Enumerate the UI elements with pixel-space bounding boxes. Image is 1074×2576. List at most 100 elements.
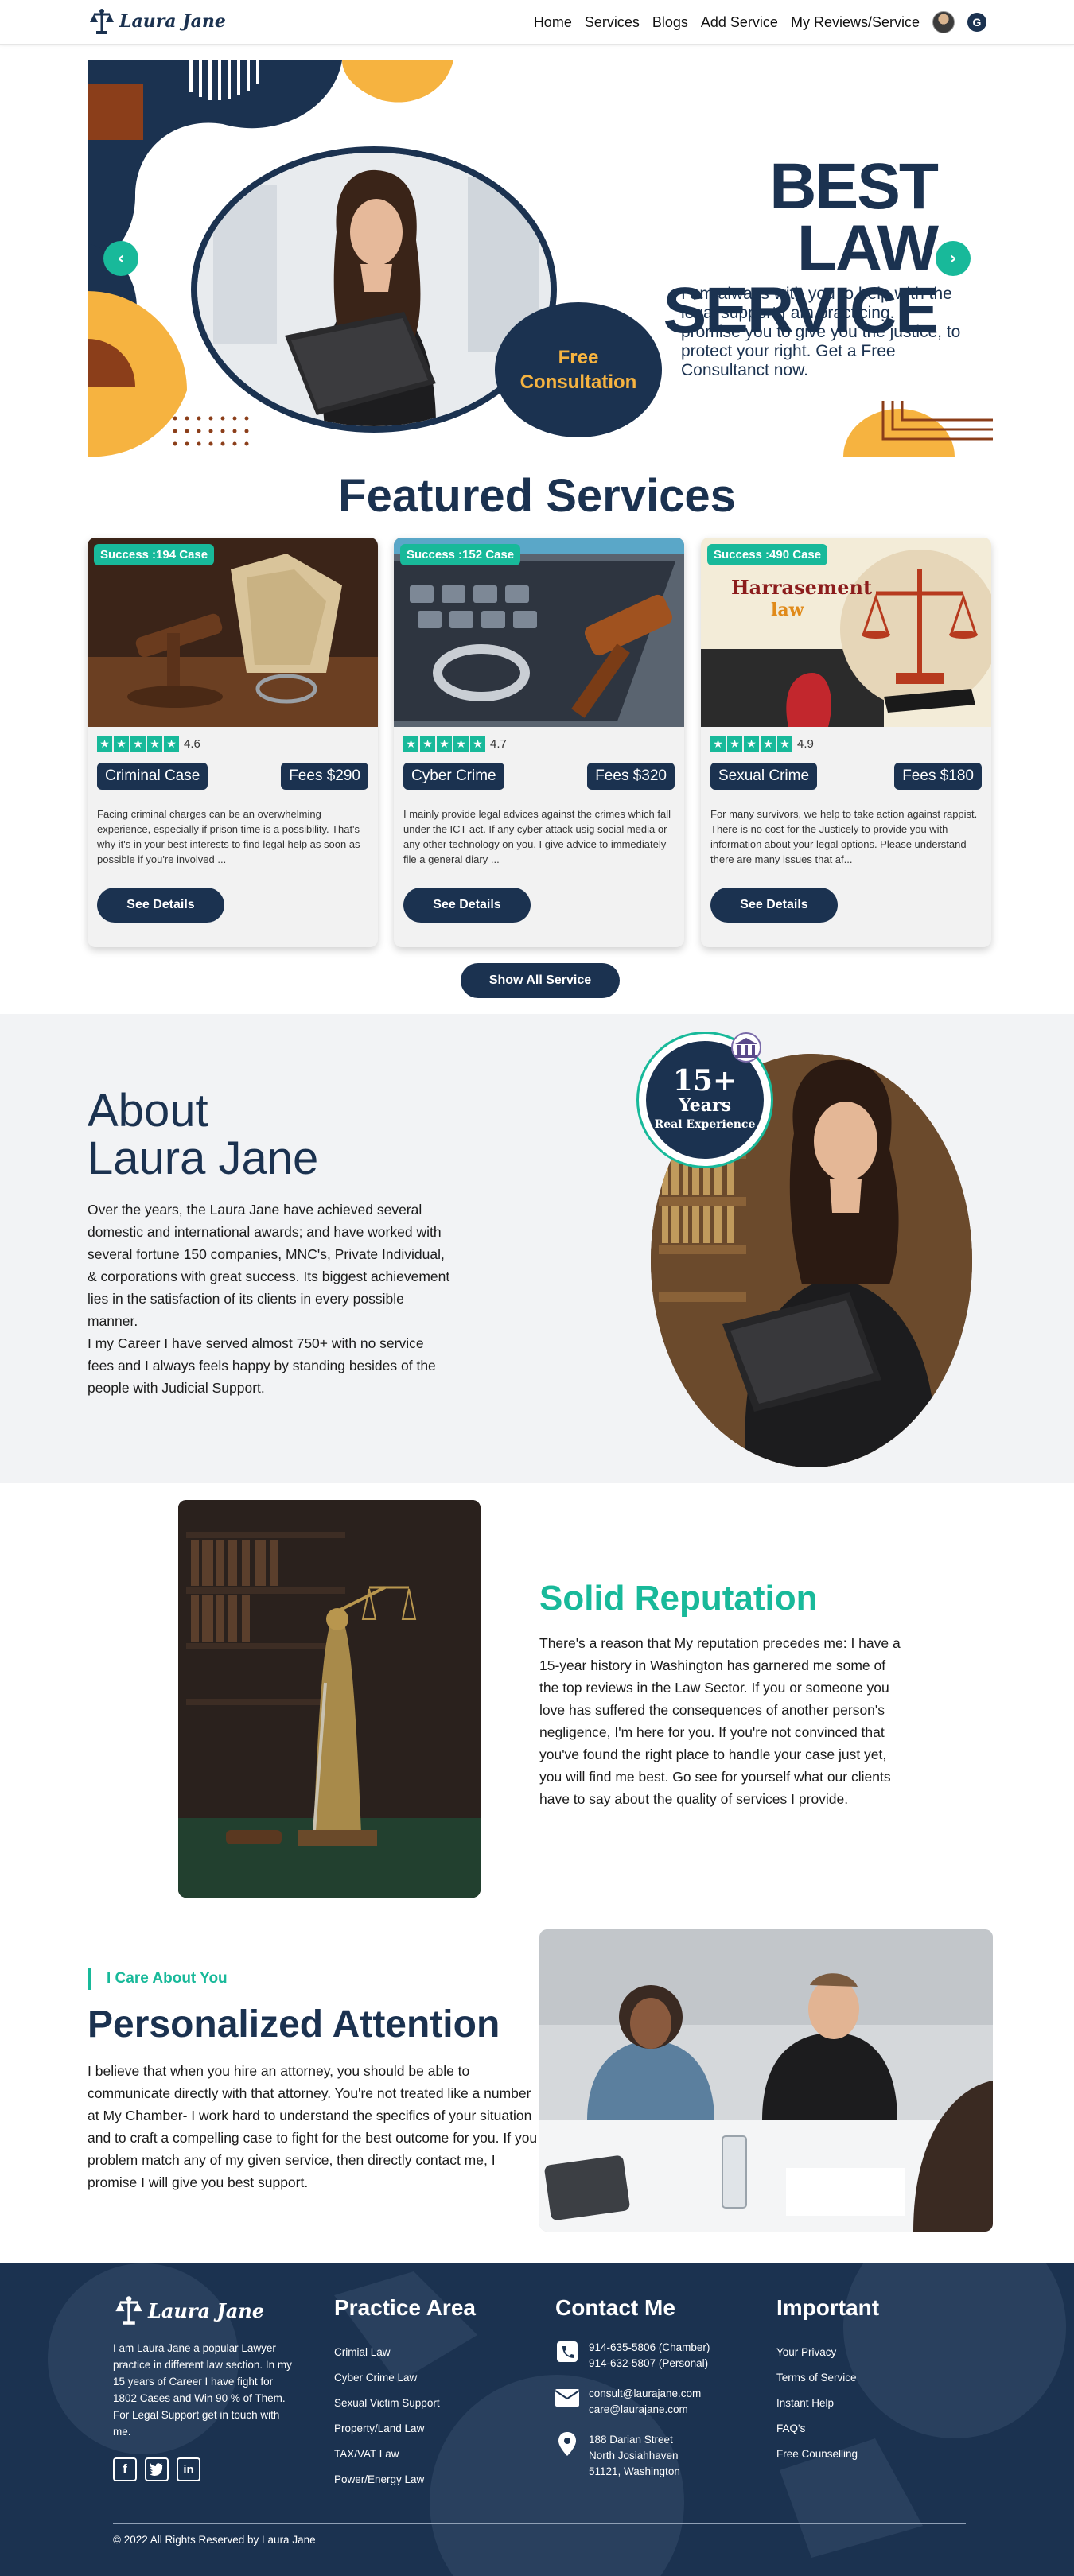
location-pin-icon — [555, 2432, 579, 2456]
criminal-case-image: Success :194 Case — [88, 538, 378, 727]
important-link[interactable]: Terms of Service — [776, 2365, 879, 2391]
nav-blogs[interactable]: Blogs — [652, 14, 688, 31]
scales-logo-icon — [90, 9, 114, 34]
success-badge: Success :490 Case — [707, 544, 828, 565]
star-icon: ★ — [453, 736, 469, 752]
gavel-books-illustration — [88, 538, 378, 727]
see-details-button[interactable]: See Details — [403, 888, 531, 923]
solid-reputation-title: Solid Reputation — [539, 1579, 818, 1618]
star-icon: ★ — [97, 736, 112, 752]
see-details-button[interactable]: See Details — [97, 888, 224, 923]
star-icon: ★ — [777, 736, 792, 752]
google-badge-icon[interactable]: G — [967, 13, 986, 32]
footer-practice-column: Practice Area Crimial Law Cyber Crime La… — [334, 2295, 476, 2492]
phone-personal[interactable]: 914-632-5807 (Personal) — [589, 2356, 710, 2372]
nav-my-reviews[interactable]: My Reviews/Service — [791, 14, 920, 31]
phone-chamber[interactable]: 914-635-5806 (Chamber) — [589, 2340, 710, 2356]
about-section: About Laura Jane Over the years, the Lau… — [0, 1014, 1074, 1483]
see-details-button[interactable]: See Details — [710, 888, 838, 923]
facebook-icon[interactable]: f — [113, 2457, 137, 2481]
badge-line-free: Free — [558, 346, 599, 368]
handcuffs-keyboard-illustration — [394, 538, 684, 727]
nav-services[interactable]: Services — [585, 14, 640, 31]
user-avatar[interactable] — [932, 11, 955, 33]
about-description: Over the years, the Laura Jane have achi… — [88, 1199, 453, 1399]
practice-link[interactable]: TAX/VAT Law — [334, 2442, 476, 2467]
sexual-crime-image: Harrasement law Success :490 Case — [701, 538, 991, 727]
twitter-icon[interactable] — [145, 2457, 169, 2481]
hero-carousel: Free Consultation BEST LAW SERVICE I am … — [88, 60, 993, 457]
address-zip: 51121, Washington — [589, 2465, 680, 2477]
about-paragraph-2: I my Career I have served almost 750+ wi… — [88, 1335, 436, 1396]
social-links: f in — [113, 2457, 296, 2481]
copyright-text: © 2022 All Rights Reserved by Laura Jane — [113, 2534, 316, 2546]
practice-link[interactable]: Sexual Victim Support — [334, 2391, 476, 2416]
experience-sub-label: Real Experience — [654, 1118, 756, 1131]
footer-logo[interactable]: Laura Jane — [113, 2295, 296, 2325]
practice-area-heading: Practice Area — [334, 2295, 476, 2320]
rating-stars: ★ ★ ★ ★ ★ 4.6 — [97, 736, 200, 752]
address-street: 188 Darian Street — [589, 2434, 673, 2446]
practice-link[interactable]: Crimial Law — [334, 2340, 476, 2365]
experience-years-label: Years — [678, 1095, 732, 1116]
envelope-icon — [555, 2386, 579, 2410]
nav-add-service[interactable]: Add Service — [701, 14, 778, 31]
image-text-law: law — [771, 600, 804, 620]
carousel-next-arrow[interactable]: › — [936, 241, 971, 276]
service-description: Facing criminal charges can be an overwh… — [97, 808, 360, 865]
cyber-crime-image: Success :152 Case — [394, 538, 684, 727]
service-card-criminal: Success :194 Case ★ ★ ★ ★ ★ 4.6 Criminal Cas… — [88, 538, 378, 947]
star-icon: ★ — [147, 736, 162, 752]
hero-title-line1: BEST LAW — [769, 150, 939, 285]
contact-phone: 914-635-5806 (Chamber) 914-632-5807 (Per… — [555, 2340, 710, 2372]
scales-logo-icon — [115, 2296, 142, 2325]
linkedin-icon[interactable]: in — [177, 2457, 200, 2481]
email-care[interactable]: care@laurajane.com — [589, 2402, 701, 2418]
rating-value: 4.6 — [184, 737, 200, 751]
service-card-sexual: Harrasement law Success :490 Case ★ ★ ★ ★ ★ … — [701, 538, 991, 947]
lawyer-badge-icon — [731, 1032, 761, 1063]
top-navbar: Laura Jane Home Services Blogs Add Servi… — [0, 0, 1074, 45]
success-badge: Success :194 Case — [94, 544, 215, 565]
lady-justice-photo — [178, 1500, 481, 1898]
star-icon: ★ — [403, 736, 418, 752]
footer-about-text: I am Laura Jane a popular Lawyer practic… — [113, 2342, 292, 2438]
service-category-label: Sexual Crime — [710, 763, 818, 790]
contact-me-heading: Contact Me — [555, 2295, 675, 2320]
practice-link[interactable]: Power/Energy Law — [334, 2467, 476, 2492]
footer: Laura Jane I am Laura Jane a popular Law… — [0, 2263, 1074, 2576]
rating-value: 4.9 — [797, 737, 814, 751]
service-description: I mainly provide legal advices against t… — [403, 808, 671, 865]
service-card-cyber: Success :152 Case ★ ★ ★ ★ ★ 4.7 Cyber Crime … — [394, 538, 684, 947]
success-badge: Success :152 Case — [400, 544, 521, 565]
logo-text: Laura Jane — [119, 11, 226, 32]
star-icon: ★ — [437, 736, 452, 752]
carousel-prev-arrow[interactable]: ‹ — [103, 241, 138, 276]
image-text-harrasement: Harrasement — [731, 576, 873, 599]
important-link[interactable]: Your Privacy — [776, 2340, 879, 2365]
star-icon: ★ — [114, 736, 129, 752]
nav-home[interactable]: Home — [534, 14, 572, 31]
about-paragraph-1: Over the years, the Laura Jane have achi… — [88, 1202, 450, 1329]
important-link[interactable]: Instant Help — [776, 2391, 879, 2416]
show-all-services-button[interactable]: Show All Service — [461, 963, 620, 998]
practice-link[interactable]: Cyber Crime Law — [334, 2365, 476, 2391]
about-title-line2: Laura Jane — [88, 1133, 319, 1184]
nav-links: Home Services Blogs Add Service My Revie… — [534, 11, 986, 33]
contact-email: consult@laurajane.com care@laurajane.com — [555, 2386, 710, 2418]
about-title: About Laura Jane — [88, 1087, 318, 1183]
personalized-attention-title: Personalized Attention — [88, 2003, 500, 2046]
important-link[interactable]: FAQ's — [776, 2416, 879, 2442]
service-description: For many survivors, we help to take acti… — [710, 808, 978, 865]
practice-link[interactable]: Property/Land Law — [334, 2416, 476, 2442]
star-icon: ★ — [420, 736, 435, 752]
service-fee-label: Fees $180 — [894, 763, 982, 790]
email-consult[interactable]: consult@laurajane.com — [589, 2386, 701, 2402]
site-logo[interactable]: Laura Jane — [88, 8, 226, 35]
footer-about-column: Laura Jane I am Laura Jane a popular Law… — [113, 2295, 296, 2481]
footer-important-column: Important Your Privacy Terms of Service … — [776, 2295, 879, 2467]
important-heading: Important — [776, 2295, 880, 2320]
important-link[interactable]: Free Counselling — [776, 2442, 879, 2467]
service-fee-label: Fees $290 — [281, 763, 368, 790]
solid-reputation-text: There's a reason that My reputation prec… — [539, 1635, 901, 1807]
